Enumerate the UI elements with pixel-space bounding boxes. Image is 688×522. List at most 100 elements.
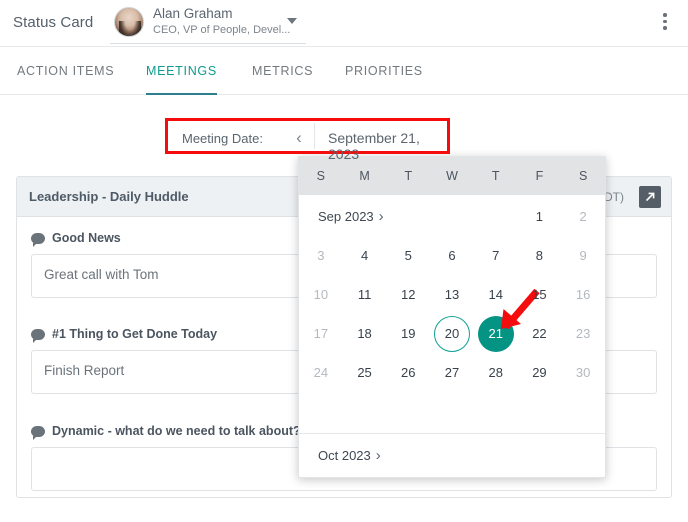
tab-bar: ACTION ITEMS MEETINGS METRICS PRIORITIES — [0, 47, 688, 95]
calendar-day-12[interactable]: 12 — [386, 275, 430, 314]
chevron-right-icon: › — [378, 208, 384, 225]
calendar-current-month-label[interactable]: Sep 2023 › — [318, 197, 384, 236]
day-number: 12 — [401, 287, 416, 302]
meeting-date-label: Meeting Date: — [182, 131, 263, 146]
status-card-app: Status Card Alan Graham CEO, VP of Peopl… — [0, 0, 688, 522]
day-number: 30 — [575, 365, 591, 380]
more-vertical-icon[interactable] — [656, 13, 674, 33]
day-number: 29 — [532, 365, 547, 380]
open-in-new-icon[interactable] — [639, 186, 661, 208]
calendar-day-2[interactable]: 2 — [561, 197, 605, 236]
calendar-day-20[interactable]: 20 — [430, 314, 474, 353]
day-number: 15 — [532, 287, 547, 302]
meeting-date-bar: Meeting Date: ‹ September 21, 2023 — [165, 118, 450, 162]
calendar-day-30[interactable]: 30 — [561, 353, 605, 392]
calendar-day-empty — [430, 197, 474, 236]
weekday-3: W — [446, 169, 458, 183]
calendar-day-28[interactable]: 28 — [474, 353, 518, 392]
tab-action-items[interactable]: ACTION ITEMS — [17, 47, 114, 95]
day-number: 1 — [535, 209, 544, 224]
divider — [314, 123, 315, 149]
tab-priorities[interactable]: PRIORITIES — [345, 47, 423, 95]
meeting-card-title: Leadership - Daily Huddle — [29, 189, 189, 204]
user-selector[interactable]: Alan Graham CEO, VP of People, Devel... — [110, 0, 306, 44]
weekday-2: T — [404, 169, 413, 183]
calendar-week-row: 24 25 26 27 28 29 30 — [299, 353, 605, 392]
calendar-day-24[interactable]: 24 — [299, 353, 343, 392]
calendar-day-22[interactable]: 22 — [518, 314, 562, 353]
calendar-day-14[interactable]: 14 — [474, 275, 518, 314]
calendar-day-empty — [386, 197, 430, 236]
day-number: 2 — [579, 209, 587, 224]
calendar-day-13[interactable]: 13 — [430, 275, 474, 314]
weekday-4: T — [491, 169, 500, 183]
calendar-day-9[interactable]: 9 — [561, 236, 605, 275]
field-label-text: #1 Thing to Get Done Today — [52, 327, 218, 341]
current-month-text: Sep 2023 — [318, 209, 374, 224]
user-meta: Alan Graham CEO, VP of People, Devel... — [153, 6, 290, 36]
calendar-day-8[interactable]: 8 — [518, 236, 562, 275]
calendar-day-4[interactable]: 4 — [343, 236, 387, 275]
day-number: 16 — [575, 287, 591, 302]
calendar-day-empty — [474, 197, 518, 236]
tab-meetings[interactable]: MEETINGS — [146, 47, 217, 95]
calendar-day-5[interactable]: 5 — [386, 236, 430, 275]
day-number: 23 — [575, 326, 591, 341]
day-number: 17 — [313, 326, 329, 341]
calendar-day-7[interactable]: 7 — [474, 236, 518, 275]
calendar-day-27[interactable]: 27 — [430, 353, 474, 392]
day-number: 5 — [404, 248, 412, 263]
day-number: 7 — [492, 248, 500, 263]
calendar-week-row: 3 4 5 6 7 8 9 — [299, 236, 605, 275]
day-number: 24 — [313, 365, 329, 380]
calendar-day-10[interactable]: 10 — [299, 275, 343, 314]
calendar-day-26[interactable]: 26 — [386, 353, 430, 392]
day-number: 18 — [357, 326, 372, 341]
weekday-5: F — [535, 169, 544, 183]
chevron-right-icon: › — [375, 447, 381, 464]
day-number: 26 — [401, 365, 416, 380]
calendar-week-row: 17 18 19 20 21 22 23 — [299, 314, 605, 353]
meeting-date-value[interactable]: September 21, 2023 — [328, 130, 447, 162]
calendar-day-21[interactable]: 21 — [474, 314, 518, 353]
calendar-day-11[interactable]: 11 — [343, 275, 387, 314]
calendar-day-25[interactable]: 25 — [343, 353, 387, 392]
comment-bubble-icon — [31, 425, 45, 440]
chevron-down-icon[interactable] — [287, 18, 297, 24]
day-number: 14 — [488, 287, 503, 302]
chevron-left-icon[interactable]: ‹ — [288, 126, 310, 150]
day-number: 11 — [357, 287, 372, 302]
day-number: 3 — [317, 248, 325, 263]
calendar-day-29[interactable]: 29 — [518, 353, 562, 392]
day-number: 13 — [444, 287, 460, 302]
day-number: 9 — [579, 248, 587, 263]
field-label-text: Dynamic - what do we need to talk about?… — [52, 424, 321, 438]
day-number: 25 — [357, 365, 372, 380]
day-number: 19 — [401, 326, 416, 341]
day-number: 10 — [313, 287, 329, 302]
calendar-week-row: 1 2 Sep 2023 › — [299, 197, 605, 236]
comment-bubble-icon — [31, 232, 45, 247]
calendar-next-month-label[interactable]: Oct 2023 › — [318, 434, 381, 477]
calendar-day-17[interactable]: 17 — [299, 314, 343, 353]
calendar-day-1[interactable]: 1 — [518, 197, 562, 236]
calendar-day-3[interactable]: 3 — [299, 236, 343, 275]
calendar-grid: 1 2 Sep 2023 › 3 4 5 6 7 8 9 10 11 12 13 14 15 16 17 18 19 20… — [299, 195, 605, 435]
date-picker-popup: SMTWTFS 1 2 Sep 2023 › 3 4 5 6 7 8 9 10 11 12 13 14 15 16… — [298, 156, 606, 478]
calendar-next-month-row[interactable]: Oct 2023 › — [299, 433, 605, 477]
calendar-day-16[interactable]: 16 — [561, 275, 605, 314]
calendar-day-6[interactable]: 6 — [430, 236, 474, 275]
day-number: 28 — [488, 365, 503, 380]
day-number: 21 — [488, 326, 503, 341]
calendar-day-18[interactable]: 18 — [343, 314, 387, 353]
weekday-6: S — [578, 169, 588, 183]
calendar-day-19[interactable]: 19 — [386, 314, 430, 353]
user-role: CEO, VP of People, Devel... — [153, 23, 291, 36]
calendar-day-15[interactable]: 15 — [518, 275, 562, 314]
field-label-text: Good News — [52, 231, 121, 245]
calendar-day-23[interactable]: 23 — [561, 314, 605, 353]
day-number: 22 — [532, 326, 547, 341]
day-number: 27 — [444, 365, 460, 380]
tab-metrics[interactable]: METRICS — [252, 47, 313, 95]
top-bar: Status Card Alan Graham CEO, VP of Peopl… — [0, 0, 688, 47]
